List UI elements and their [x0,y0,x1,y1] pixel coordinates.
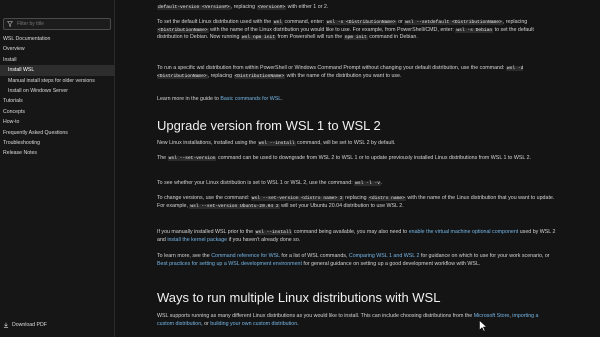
basic-commands-link[interactable]: Basic commands for WSL [220,96,281,102]
toc-item-wsl-documentation[interactable]: WSL Documentation [0,34,115,44]
paragraph-set-default-distro: To set the default Linux distribution us… [157,19,534,41]
command-reference-link[interactable]: Command reference for WSL [211,253,280,259]
paragraph-learn-more: Learn more in the guide to Basic command… [157,96,283,102]
toc-item-how-to[interactable]: How-to [0,117,115,127]
best-practices-link[interactable]: Best practices for setting up a WSL deve… [157,261,302,267]
toc-item-concepts[interactable]: Concepts [0,107,115,117]
toc-item-release-notes[interactable]: Release Notes [0,148,115,158]
main-content: default-version <Version#>, replacing <V… [115,0,600,337]
install-kernel-package-link[interactable]: install the kernel package [167,237,227,243]
toc-item-overview[interactable]: Overview [0,44,115,54]
mouse-pointer-icon [479,320,487,332]
sidebar-nav: WSL Documentation Overview Install Insta… [0,0,115,337]
paragraph-change-versions: To change versions, use the command: wsl… [157,195,555,209]
enable-vm-component-link[interactable]: enable the virtual machine optional comp… [409,229,519,235]
paragraph-set-version-command: The wsl --set-version command can be use… [157,155,532,161]
filter-input[interactable] [17,21,107,27]
microsoft-store-link[interactable]: Microsoft Store [474,313,510,319]
toc-item-install[interactable]: Install [0,55,115,65]
toc-item-troubleshooting[interactable]: Troubleshooting [0,138,115,148]
inline-code: <Version#> [256,5,287,10]
toc-item-tutorials[interactable]: Tutorials [0,96,115,106]
toc-item-install-wsl[interactable]: Install WSL [0,65,115,76]
toc-list: WSL Documentation Overview Install Insta… [0,34,115,159]
toc-item-faq[interactable]: Frequently Asked Questions [0,128,115,138]
paragraph-default-version: default-version <Version#>, replacing <V… [157,4,329,10]
build-custom-distro-link[interactable]: building your own custom distribution [210,321,297,327]
paragraph-multiple-distros: WSL supports running as many different L… [157,313,539,327]
heading-multiple-distributions: Ways to run multiple Linux distributions… [157,290,441,305]
toc-item-manual-install[interactable]: Manual install steps for older versions [0,76,115,86]
comparing-wsl-link[interactable]: Comparing WSL 1 and WSL 2 [349,253,420,259]
download-icon [3,322,9,328]
paragraph-run-specific-distro: To run a specific wsl distribution from … [157,65,524,79]
inline-code: default-version <Version#> [157,5,231,10]
paragraph-new-installations: New Linux installations, installed using… [157,140,396,146]
paragraph-check-version: To see whether your Linux distribution i… [157,180,383,186]
paragraph-manual-install: If you manually installed WSL prior to t… [157,229,556,243]
heading-upgrade-version: Upgrade version from WSL 1 to WSL 2 [157,118,381,133]
paragraph-learn-more-commands: To learn more, see the Command reference… [157,253,550,267]
filter-box[interactable] [3,18,111,30]
download-pdf-label: Download PDF [12,322,47,328]
download-pdf-link[interactable]: Download PDF [3,322,47,328]
filter-icon [7,21,13,27]
toc-item-install-windows-server[interactable]: Install on Windows Server [0,86,115,96]
